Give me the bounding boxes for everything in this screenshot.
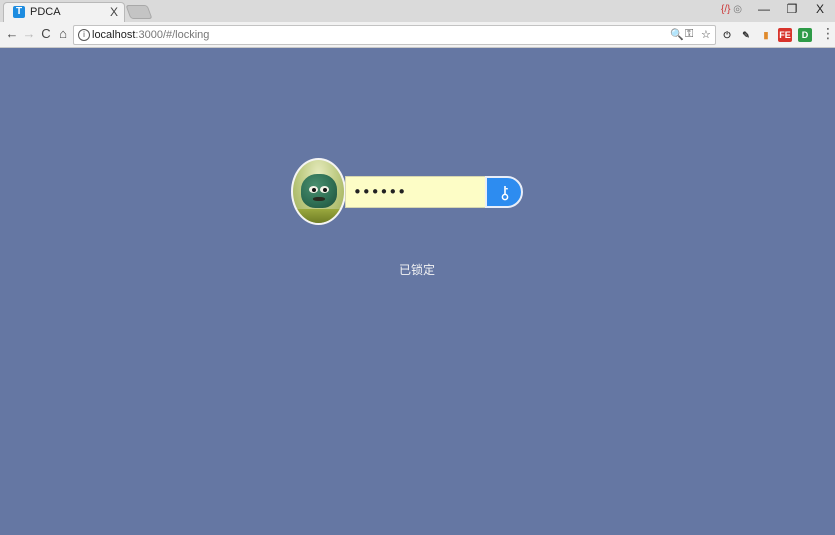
home-button[interactable]: ⌂ — [55, 26, 71, 42]
new-tab-button[interactable] — [125, 5, 153, 19]
code-ext-icon[interactable]: {/} — [721, 4, 730, 15]
fe-ext-icon[interactable]: FE — [778, 28, 792, 42]
browser-titlebar: T PDCA X {/} ◎ — ❐ X — [0, 0, 835, 22]
address-bar[interactable]: i localhost:3000/#/locking 🔍 ⚿ ☆ — [73, 25, 716, 45]
bookmark-ext-icon[interactable]: ▮ — [759, 28, 773, 42]
profile-ext-icon[interactable]: ◎ — [733, 4, 742, 15]
url-path: :3000/#/locking — [135, 29, 210, 41]
password-key-icon[interactable]: ⚿ — [685, 28, 693, 41]
tab-favicon-icon: T — [13, 6, 25, 18]
user-avatar — [291, 158, 346, 225]
site-info-icon[interactable]: i — [78, 29, 90, 41]
forward-button[interactable]: → — [21, 26, 37, 42]
zoom-icon[interactable]: 🔍 — [670, 28, 684, 41]
avatar-monster-image — [301, 174, 337, 208]
browser-tab[interactable]: T PDCA X — [3, 2, 125, 22]
key-icon — [501, 186, 509, 201]
tab-close-icon[interactable]: X — [110, 5, 118, 19]
reload-button[interactable]: C — [38, 26, 54, 42]
lock-status-text: 已锁定 — [398, 263, 435, 277]
tab-title: PDCA — [30, 6, 61, 18]
back-button[interactable]: ← — [4, 26, 20, 42]
pen-ext-icon[interactable]: ✎ — [739, 28, 753, 42]
password-input[interactable]: •••••• — [345, 176, 490, 208]
restore-button[interactable]: ❐ — [780, 2, 804, 18]
bookmark-star-icon[interactable]: ☆ — [701, 28, 711, 41]
d-ext-icon[interactable]: D — [798, 28, 812, 42]
close-window-button[interactable]: X — [808, 2, 832, 18]
browser-toolbar: ← → C ⌂ i localhost:3000/#/locking 🔍 ⚿ ☆… — [0, 22, 835, 48]
unlock-button[interactable] — [485, 176, 523, 208]
power-ext-icon[interactable]: ⏻ — [720, 28, 734, 42]
window-extension-icons: {/} ◎ — [721, 4, 742, 15]
url-host: localhost — [92, 29, 136, 41]
unlock-form: •••••• — [345, 176, 523, 208]
menu-icon[interactable]: ⋮ — [821, 25, 835, 42]
url-text: localhost:3000/#/locking — [92, 29, 209, 41]
minimize-button[interactable]: — — [752, 2, 776, 18]
